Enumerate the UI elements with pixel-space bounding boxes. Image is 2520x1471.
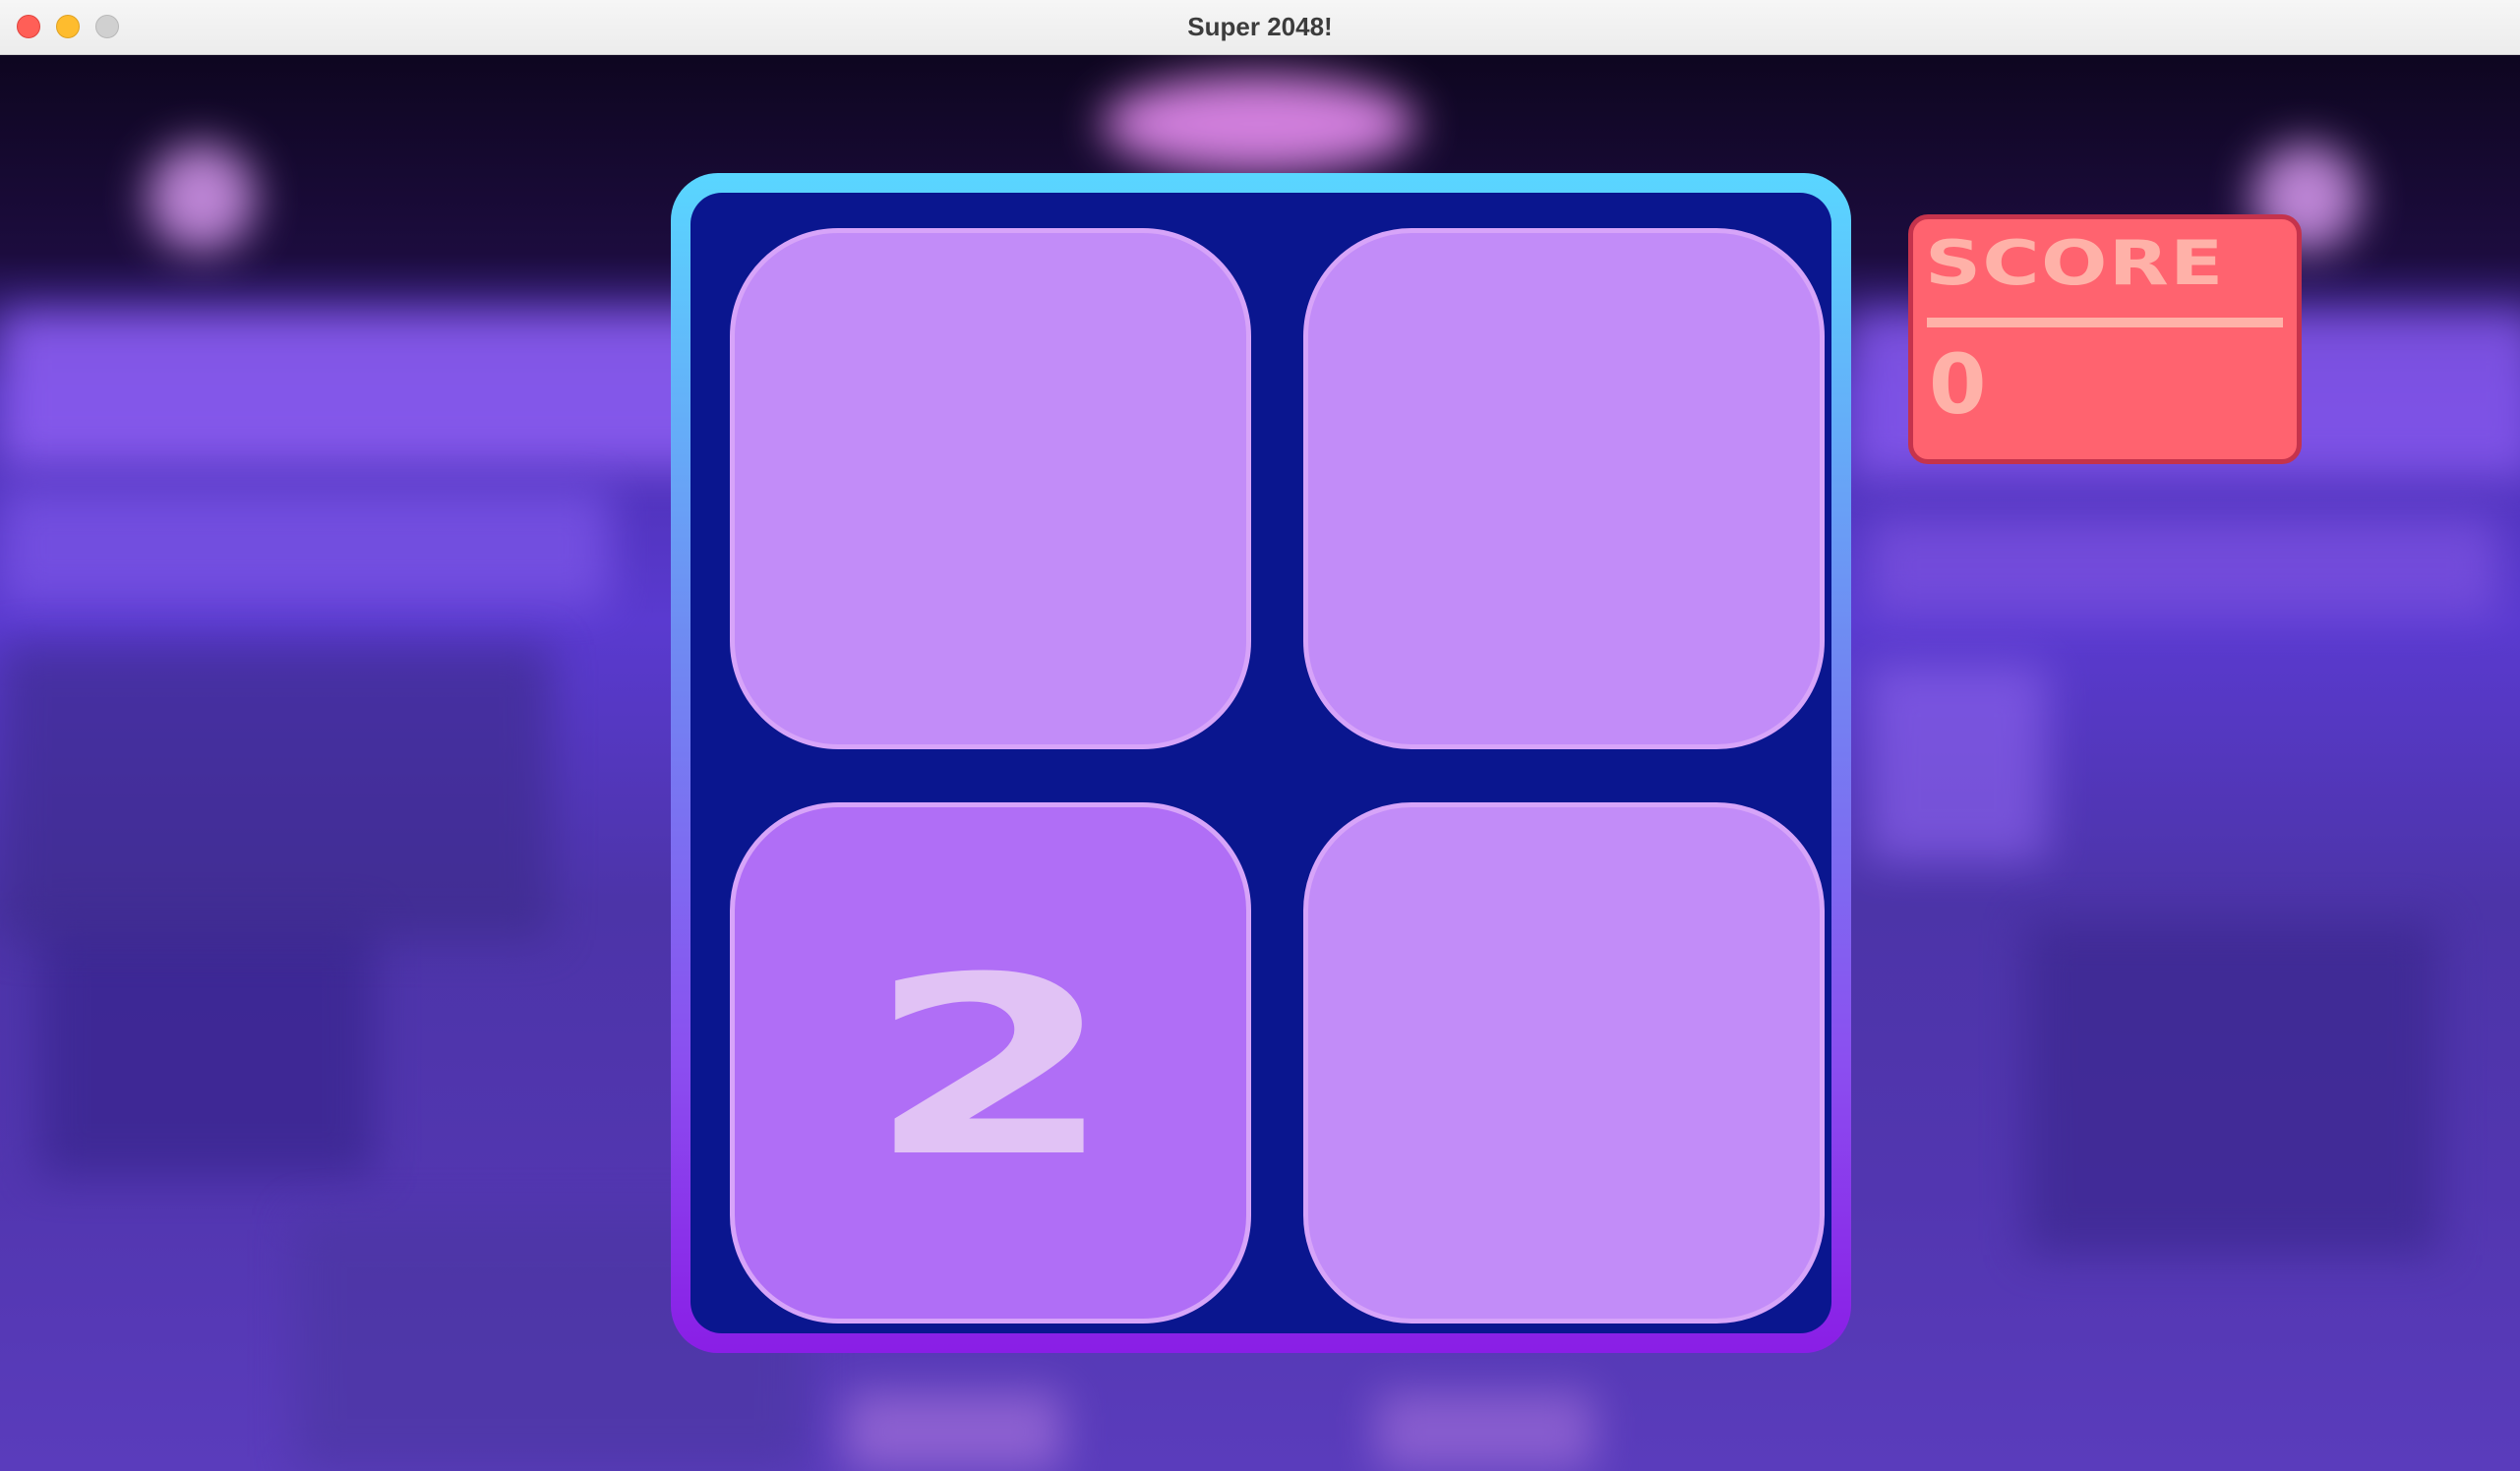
background-shadow — [39, 920, 374, 1176]
background-shadow — [0, 645, 551, 940]
score-panel: SCORE 0 — [1908, 214, 2302, 464]
board-cell-empty — [730, 228, 1251, 749]
window-title: Super 2048! — [1187, 12, 1333, 41]
background-glow — [1869, 517, 2498, 616]
game-board-frame: 2 — [671, 173, 1851, 1353]
background-light — [148, 144, 256, 252]
title-bar: Super 2048! — [0, 0, 2520, 55]
background-glow — [1869, 665, 2046, 861]
game-board[interactable]: 2 — [690, 193, 1831, 1333]
background-glow — [1377, 1392, 1593, 1471]
board-cell-empty — [1303, 802, 1825, 1324]
board-cell-empty — [1303, 228, 1825, 749]
background-glow — [0, 311, 748, 468]
background-glow — [846, 1392, 1062, 1471]
background-glow — [0, 488, 610, 606]
background-shadow — [2026, 920, 2439, 1255]
tile-value: 2 — [866, 924, 1115, 1210]
score-label: SCORE — [1925, 227, 2225, 299]
score-value: 0 — [1929, 336, 1987, 433]
score-divider — [1927, 318, 2283, 327]
background-light — [1102, 75, 1416, 173]
game-window: Super 2048! 2 SCORE 0 — [0, 0, 2520, 1471]
board-tile-2: 2 — [730, 802, 1251, 1324]
